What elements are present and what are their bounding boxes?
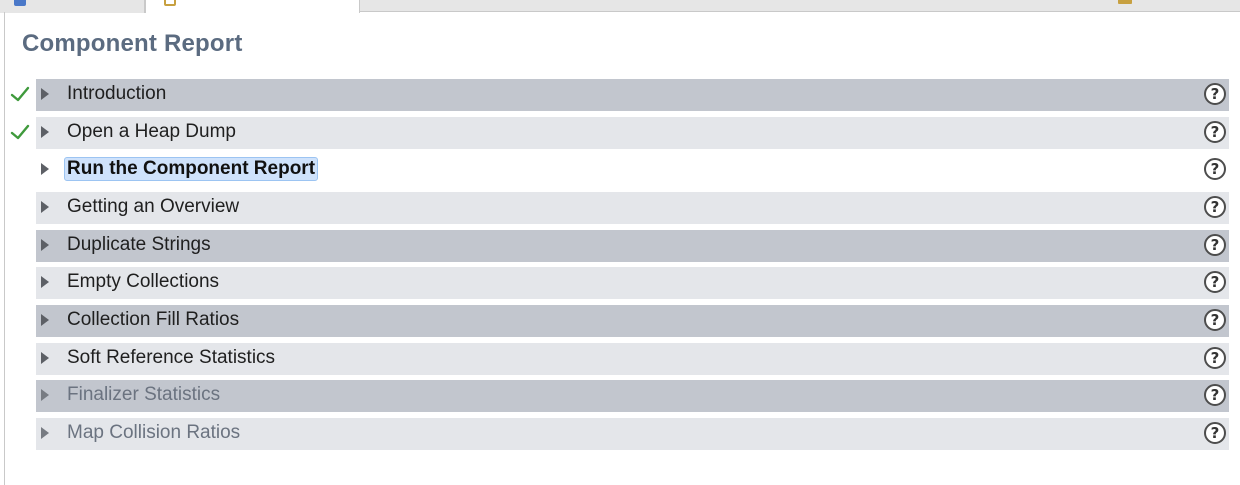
step-map-collision-ratios[interactable]: Map Collision Ratios ?	[36, 418, 1229, 450]
search-icon	[14, 0, 26, 6]
step-collection-fill-ratios[interactable]: Collection Fill Ratios ?	[36, 305, 1229, 337]
expand-triangle-icon[interactable]	[41, 201, 49, 213]
help-icon[interactable]: ?	[1204, 158, 1226, 180]
step-open-heap-dump[interactable]: Open a Heap Dump ?	[10, 117, 1229, 149]
step-label: Duplicate Strings	[67, 234, 211, 255]
expand-triangle-icon[interactable]	[41, 314, 49, 326]
tab-search[interactable]	[0, 0, 145, 13]
page-title: Component Report	[22, 30, 243, 57]
help-icon[interactable]: ?	[1204, 422, 1226, 444]
view-menu-icon[interactable]	[1118, 0, 1132, 4]
expand-triangle-icon[interactable]	[41, 126, 49, 138]
help-icon[interactable]: ?	[1204, 309, 1226, 331]
step-label: Getting an Overview	[67, 196, 240, 217]
step-label: Map Collision Ratios	[67, 422, 241, 443]
step-run-component-report[interactable]: Run the Component Report ?	[36, 154, 1229, 186]
step-soft-reference-statistics[interactable]: Soft Reference Statistics ?	[36, 343, 1229, 375]
step-getting-overview[interactable]: Getting an Overview ?	[36, 192, 1229, 224]
cheat-sheet-icon	[164, 0, 176, 6]
expand-triangle-icon[interactable]	[41, 88, 49, 100]
checkmark-icon	[10, 86, 30, 102]
step-label: Open a Heap Dump	[67, 121, 236, 142]
step-label: Soft Reference Statistics	[67, 347, 276, 368]
help-icon[interactable]: ?	[1204, 121, 1226, 143]
expand-triangle-icon[interactable]	[41, 389, 49, 401]
checkmark-icon	[10, 124, 30, 140]
step-duplicate-strings[interactable]: Duplicate Strings ?	[36, 230, 1229, 262]
step-label-active[interactable]: Run the Component Report	[64, 157, 319, 181]
help-icon[interactable]: ?	[1204, 384, 1226, 406]
tab-bar	[0, 0, 1240, 13]
expand-triangle-icon[interactable]	[41, 352, 49, 364]
help-icon[interactable]: ?	[1204, 234, 1226, 256]
expand-triangle-icon[interactable]	[41, 239, 49, 251]
step-label: Collection Fill Ratios	[67, 309, 240, 330]
step-label: Finalizer Statistics	[67, 384, 221, 405]
tab-cheat-sheet[interactable]	[145, 0, 360, 13]
step-label: Introduction	[67, 83, 167, 104]
expand-triangle-icon[interactable]	[41, 276, 49, 288]
panel-border	[4, 12, 5, 485]
help-icon[interactable]: ?	[1204, 347, 1226, 369]
step-introduction[interactable]: Introduction ?	[10, 79, 1229, 111]
step-empty-collections[interactable]: Empty Collections ?	[36, 267, 1229, 299]
help-icon[interactable]: ?	[1204, 271, 1226, 293]
step-label: Empty Collections	[67, 271, 220, 292]
step-finalizer-statistics[interactable]: Finalizer Statistics ?	[36, 380, 1229, 412]
help-icon[interactable]: ?	[1204, 196, 1226, 218]
expand-triangle-icon[interactable]	[41, 427, 49, 439]
expand-triangle-icon[interactable]	[41, 163, 49, 175]
help-icon[interactable]: ?	[1204, 83, 1226, 105]
